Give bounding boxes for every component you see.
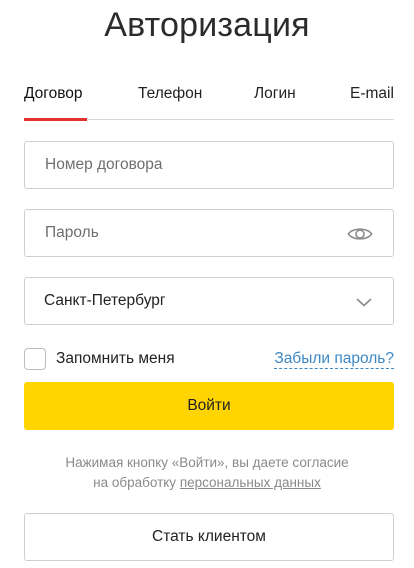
remember-checkbox[interactable] [24,348,46,370]
chevron-down-icon [355,293,373,311]
password-input[interactable] [25,210,393,256]
contract-number-input[interactable] [25,142,393,188]
consent-line-2: на обработку персональных данных [0,473,414,493]
consent-line-1: Нажимая кнопку «Войти», вы даете согласи… [65,455,349,470]
personal-data-link[interactable]: персональных данных [180,475,321,490]
tab-phone[interactable]: Телефон [138,84,202,104]
city-select[interactable]: Санкт-Петербург [24,277,394,325]
become-client-button[interactable]: Стать клиентом [24,513,394,561]
forgot-password-link[interactable]: Забыли пароль? [274,350,394,369]
contract-field [24,141,394,189]
consent-prefix: на обработку [93,475,180,490]
page-title: Авторизация [104,6,310,44]
password-field [24,209,394,257]
remember-label[interactable]: Запомнить меня [56,350,175,368]
eye-icon[interactable] [347,223,373,245]
login-button[interactable]: Войти [24,382,394,430]
city-select-value: Санкт-Петербург [44,292,166,309]
auth-tabs: Договор Телефон Логин E-mail [24,84,394,121]
active-tab-indicator [24,118,87,121]
consent-text: Нажимая кнопку «Войти», вы даете согласи… [0,453,414,493]
tab-login[interactable]: Логин [254,84,296,104]
tab-email[interactable]: E-mail [350,84,394,104]
tab-contract[interactable]: Договор [24,84,83,104]
